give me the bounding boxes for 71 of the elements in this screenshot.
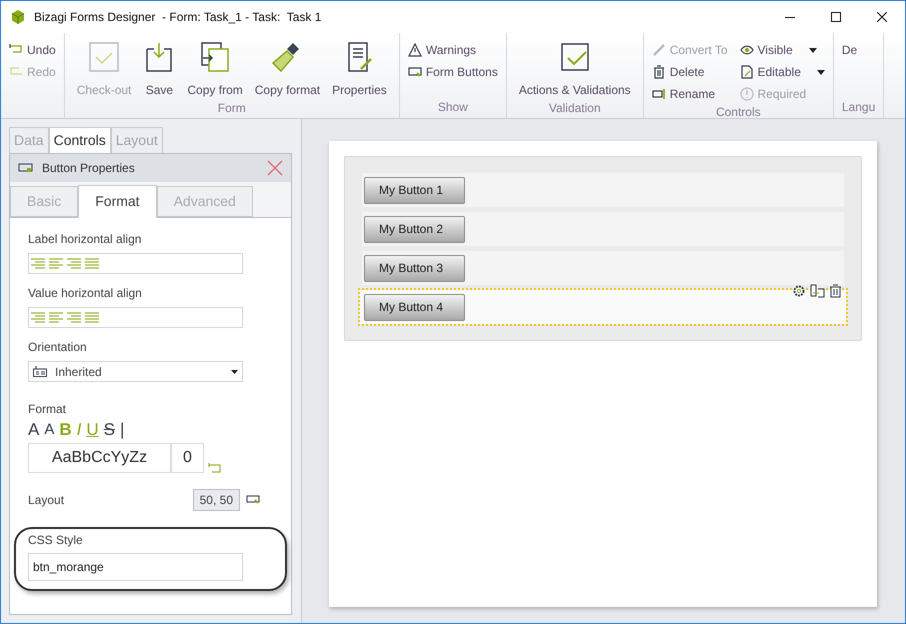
font-size-field[interactable]: 0	[171, 443, 204, 473]
ribbon-button[interactable]: Copy format	[250, 37, 324, 99]
form-row[interactable]: My Button 4	[360, 290, 846, 324]
eye-icon	[740, 43, 754, 57]
ribbon-button[interactable]: Editable	[740, 63, 825, 81]
form-button[interactable]: My Button 2	[364, 216, 465, 242]
group-label: Langu	[842, 99, 876, 116]
field-label: Layout	[28, 492, 66, 509]
font-preview[interactable]: AaBbCcYyZz	[28, 443, 171, 473]
format-tool[interactable]: A	[44, 420, 54, 440]
ribbon-button[interactable]: Undo	[9, 41, 56, 59]
format-tool[interactable]: A	[28, 420, 40, 440]
ribbon-button[interactable]: Warnings	[408, 41, 498, 59]
group-label: Form	[216, 100, 247, 117]
field-label: Format	[28, 401, 68, 418]
form-buttons-icon	[408, 65, 422, 79]
orientation-dropdown[interactable]: Inherited	[28, 361, 243, 382]
reset-icon[interactable]	[208, 463, 222, 473]
trash-icon	[652, 65, 666, 79]
panel-title: Button Properties	[42, 160, 136, 177]
properties-tab[interactable]: Format	[78, 185, 157, 218]
ribbon-button[interactable]: Form Buttons	[408, 63, 498, 81]
field-label: Value horizontal align	[28, 285, 143, 302]
checkmark-icon	[558, 41, 591, 73]
ribbon-button[interactable]: De	[842, 41, 858, 59]
form-button[interactable]: My Button 1	[364, 176, 465, 204]
copy-icon	[199, 41, 232, 73]
ribbon-button[interactable]: Visible	[740, 41, 825, 59]
alert-icon	[740, 87, 754, 101]
document-icon	[740, 65, 754, 79]
separator-glyph: |	[120, 420, 124, 440]
layout-icon[interactable]	[246, 495, 261, 505]
field-label: Orientation	[28, 339, 88, 356]
checkbox-icon	[88, 41, 120, 73]
align-field[interactable]	[28, 253, 243, 274]
window-title: Bizagi Forms Designer - Form: Task_1 - Task: Task 1	[34, 9, 322, 26]
ribbon-button[interactable]: Delete	[652, 63, 728, 81]
css-style-field[interactable]: btn_morange	[28, 553, 243, 581]
rename-icon	[652, 87, 666, 101]
form-row[interactable]: My Button 2	[362, 212, 844, 246]
group-label: Validation	[548, 100, 602, 117]
form-row[interactable]: My Button 1	[362, 173, 844, 207]
orientation-icon	[33, 366, 47, 377]
ribbon-button[interactable]: Actions & Validations	[514, 37, 635, 99]
align-field[interactable]	[28, 307, 243, 328]
ribbon-button[interactable]: Properties	[328, 37, 391, 99]
form-button[interactable]: My Button 3	[364, 254, 465, 282]
panel-tab[interactable]: Controls	[48, 127, 111, 153]
field-label: Label horizontal align	[28, 231, 142, 248]
wand-icon	[652, 43, 666, 57]
close-icon[interactable]	[267, 160, 283, 176]
caret-icon	[231, 370, 238, 374]
button-icon	[18, 163, 34, 173]
delete-icon[interactable]	[829, 284, 842, 298]
close-icon	[877, 12, 887, 22]
minimize-icon	[785, 16, 795, 18]
maximize-icon	[831, 12, 841, 22]
layout-field[interactable]: 50, 50	[192, 489, 240, 511]
group-label: Show	[436, 99, 469, 116]
app-logo-icon	[10, 9, 26, 25]
format-tool[interactable]: S	[104, 420, 115, 440]
ribbon-button[interactable]: Save	[139, 37, 180, 99]
group-label: Controls	[714, 104, 762, 118]
warning-icon	[408, 43, 422, 57]
settings-icon[interactable]	[792, 284, 806, 298]
field-label: CSS Style	[28, 532, 84, 549]
form-row[interactable]: My Button 3	[362, 251, 844, 285]
ribbon-button[interactable]: Rename	[652, 85, 728, 103]
ribbon-button[interactable]: Copy from	[183, 37, 247, 99]
form-button[interactable]: My Button 4	[364, 294, 465, 320]
copy-icon[interactable]	[810, 284, 825, 298]
